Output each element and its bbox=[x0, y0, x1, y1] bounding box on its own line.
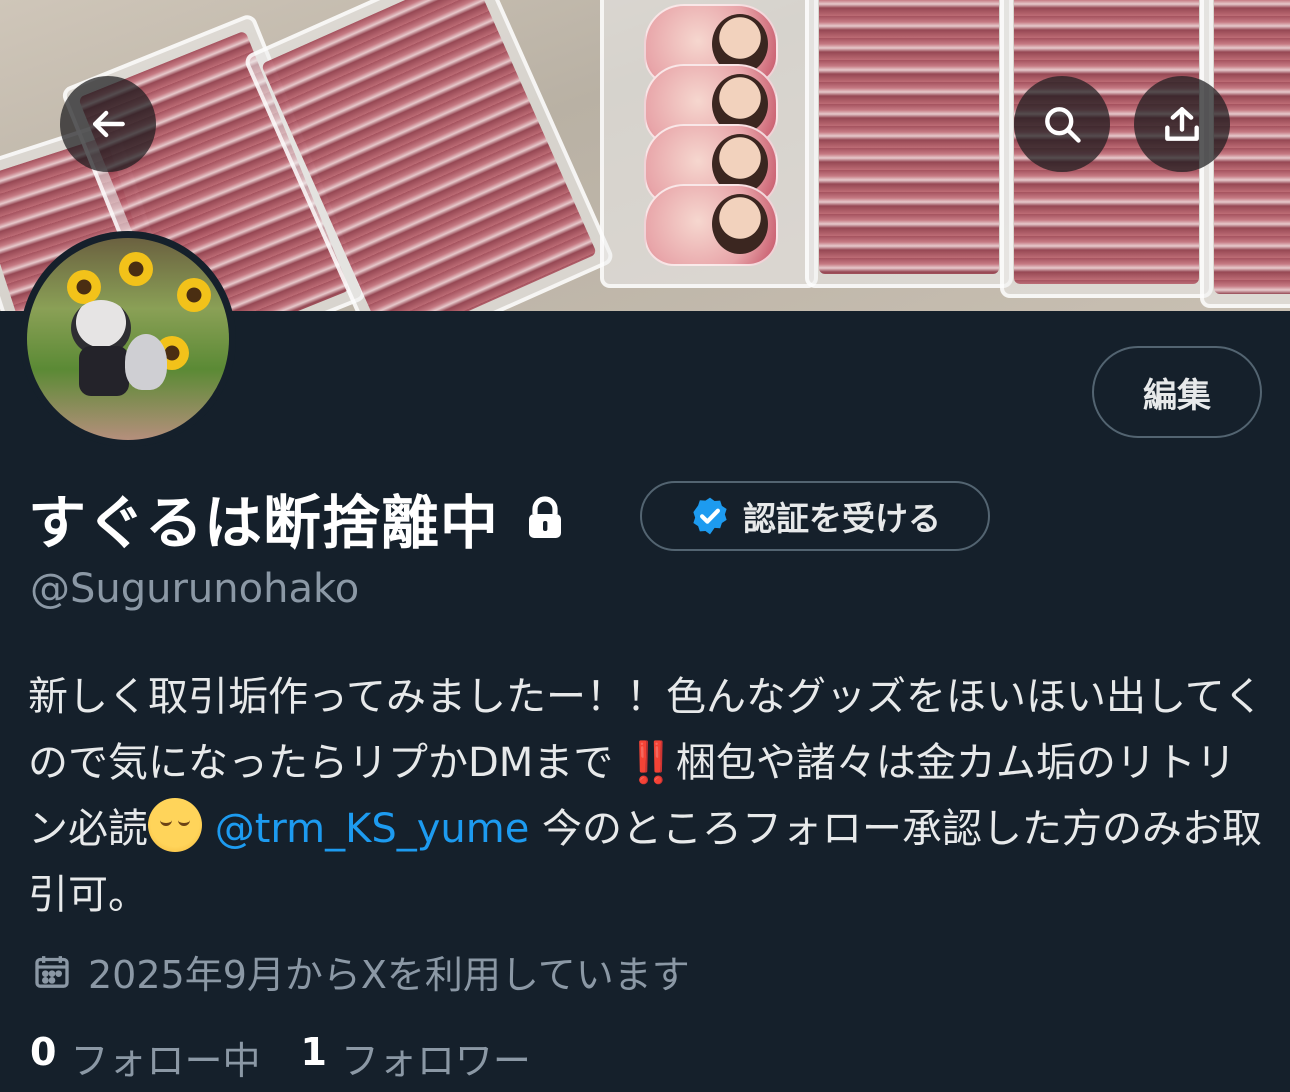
search-button[interactable] bbox=[1014, 76, 1110, 172]
edit-profile-label: 編集 bbox=[1143, 375, 1211, 416]
following-label: フォロー中 bbox=[70, 1039, 261, 1083]
lock-icon bbox=[528, 496, 561, 538]
joined-date: 2025年9月からXを利用しています bbox=[32, 944, 690, 999]
back-button[interactable] bbox=[60, 76, 156, 172]
following-link[interactable]: 0 フォロー中 bbox=[30, 1030, 260, 1085]
display-name: すぐるは断捨離中 bbox=[28, 489, 499, 557]
follow-stats: 0 フォロー中 1 フォロワー bbox=[30, 1030, 531, 1085]
relieved-face-emoji bbox=[148, 798, 202, 852]
followers-count: 1 bbox=[300, 1030, 327, 1074]
banner-tray-badges bbox=[600, 0, 818, 288]
bio-text-3: 今のところフォロー承認した方のみお取引可。 bbox=[28, 806, 1263, 918]
avatar[interactable] bbox=[20, 231, 236, 447]
banner-tray-right bbox=[805, 0, 1013, 288]
edit-profile-button[interactable]: 編集 bbox=[1092, 346, 1262, 438]
name-row: すぐるは断捨離中 bbox=[28, 478, 565, 558]
following-count: 0 bbox=[30, 1030, 57, 1074]
arrow-left-icon bbox=[92, 110, 125, 138]
get-verified-label: 認証を受ける bbox=[743, 499, 941, 538]
followers-label: フォロワー bbox=[340, 1039, 531, 1083]
verified-badge-icon bbox=[693, 497, 727, 535]
double-exclamation-emoji: ‼️ bbox=[626, 740, 676, 786]
share-button[interactable] bbox=[1134, 76, 1230, 172]
followers-link[interactable]: 1 フォロワー bbox=[300, 1030, 530, 1085]
calendar-icon bbox=[35, 955, 69, 988]
share-icon bbox=[1165, 107, 1199, 141]
username-handle: @Sugurunohako bbox=[30, 566, 360, 612]
get-verified-button[interactable]: 認証を受ける bbox=[640, 481, 990, 551]
search-icon bbox=[1045, 107, 1081, 143]
bio: 新しく取引垢作ってみましたー！！色んなグッズをほいほい出してくので気になったらリ… bbox=[28, 664, 1268, 928]
avatar-image bbox=[27, 238, 229, 440]
joined-text: 2025年9月からXを利用しています bbox=[88, 953, 690, 997]
bio-mention-link[interactable]: @trm_KS_yume bbox=[215, 806, 530, 852]
